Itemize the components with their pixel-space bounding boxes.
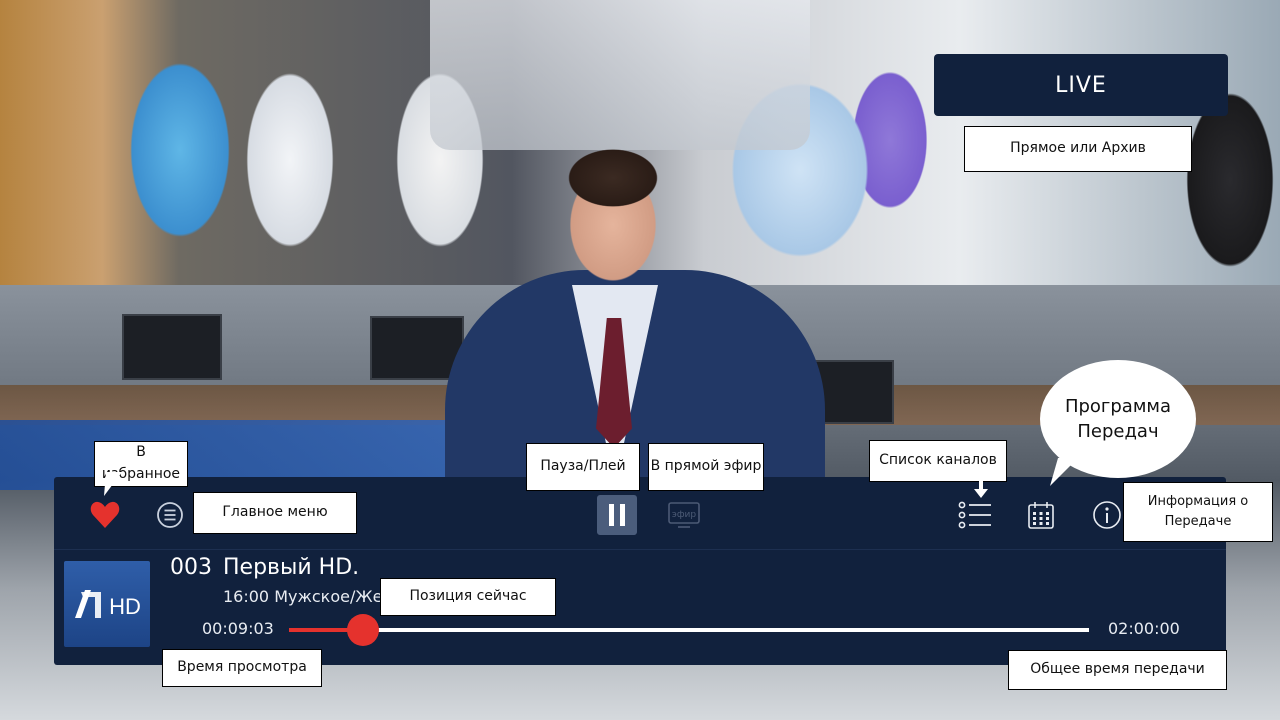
video-background-vehicle [430, 0, 810, 150]
channel-one-logo: HD [75, 590, 141, 619]
note-program-info-line2: Передаче [1164, 514, 1232, 529]
live-status-indicator[interactable]: LIVE [934, 54, 1228, 116]
progress-track[interactable] [289, 614, 1089, 646]
note-watch-time-text: Время просмотра [177, 659, 307, 676]
favorite-button[interactable] [86, 496, 124, 534]
live-icon-text: эфир [672, 510, 696, 520]
note-live-or-archive: Прямое или Архив [964, 126, 1192, 172]
note-program-guide-line1: Программа [1064, 395, 1172, 417]
note-live-or-archive-text: Прямое или Архив [1010, 140, 1146, 157]
note-main-menu-text: Главное меню [222, 504, 328, 521]
channel-list-icon [958, 501, 991, 529]
main-menu-button[interactable] [154, 499, 186, 531]
heart-icon [90, 501, 120, 528]
channel-name: Первый HD. [223, 555, 360, 580]
note-total-time: Общее время передачи [1008, 650, 1227, 690]
note-current-position-text: Позиция сейчас [409, 588, 527, 605]
note-channel-list-text: Список каналов [879, 452, 997, 469]
note-program-info: Информация о Передаче [1123, 482, 1273, 542]
live-status-label: LIVE [1055, 72, 1107, 98]
pause-icon [609, 504, 625, 526]
note-pause-play-text: Пауза/Плей [540, 458, 626, 475]
calendar-icon [1028, 502, 1054, 529]
live-broadcast-icon: эфир [668, 502, 700, 528]
progress-knob[interactable] [347, 614, 379, 646]
arrow-down-icon [974, 480, 988, 498]
channel-number: 003 [170, 555, 212, 580]
panel-divider [54, 549, 1226, 550]
note-channel-list: Список каналов [869, 440, 1007, 482]
video-studio-monitor [122, 314, 222, 380]
note-current-position: Позиция сейчас [380, 578, 556, 616]
note-watch-time: Время просмотра [162, 649, 322, 687]
program-guide-button[interactable] [1025, 498, 1057, 532]
note-go-live: В прямой эфир [648, 443, 764, 491]
menu-icon [157, 502, 183, 528]
note-pause-play: Пауза/Плей [526, 443, 640, 491]
info-icon [1093, 501, 1121, 529]
video-anchor-hair [552, 138, 674, 208]
note-favorites-pointer [104, 472, 122, 496]
note-go-live-text: В прямой эфир [650, 458, 762, 475]
go-live-button[interactable]: эфир [666, 500, 702, 530]
note-main-menu: Главное меню [193, 492, 357, 534]
note-program-guide-pointer [1050, 458, 1078, 486]
channel-logo: HD [64, 561, 150, 647]
current-time: 00:09:03 [202, 619, 274, 638]
note-total-time-text: Общее время передачи [1030, 661, 1205, 678]
note-program-info-line1: Информация о [1147, 493, 1249, 509]
program-info-button[interactable] [1090, 498, 1124, 532]
channel-list-button[interactable] [957, 498, 993, 532]
note-program-guide-line2: Передач [1077, 421, 1159, 442]
current-program: 16:00 Мужское/Же [223, 587, 383, 606]
total-time: 02:00:00 [1108, 619, 1180, 638]
pause-play-button[interactable] [597, 495, 637, 535]
channel-logo-text: HD [109, 594, 141, 619]
